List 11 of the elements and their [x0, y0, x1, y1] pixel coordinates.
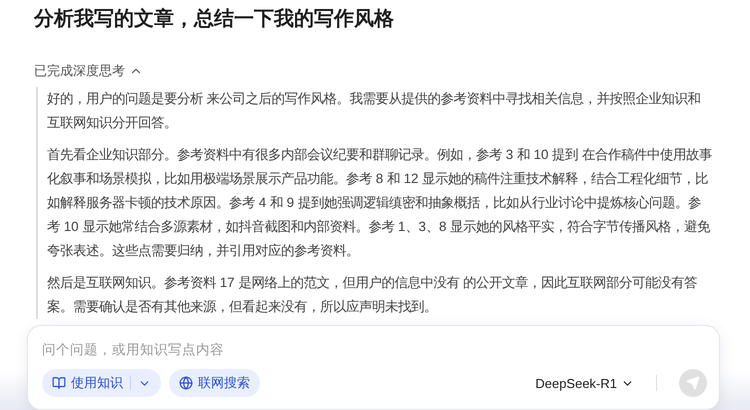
- globe-icon: [179, 376, 193, 390]
- thinking-paragraph: 然后是互联网知识。参考资料 17 是网络上的范文，但用户的信息中没有 的公开文章，因此互联网部分可能没有答案。需要确认是否有其他来源，但看起来没有，所以应声明未找到。: [47, 274, 698, 316]
- thinking-toggle[interactable]: 已完成深度思考: [34, 61, 143, 81]
- knowledge-button[interactable]: 使用知识: [42, 369, 161, 397]
- page-title: 分析我写的文章，总结一下我的写作风格: [32, 6, 395, 32]
- thinking-paragraph: 好的，用户的问题是要分析 来公司之后的写作风格。我需要从提供的参考资料中寻找相关信息，并按照企业知识和互联网知识分开回答。: [47, 90, 702, 132]
- model-selector[interactable]: DeepSeek-R1: [535, 376, 634, 390]
- book-icon: [52, 376, 66, 390]
- web-search-button[interactable]: 联网搜索: [169, 369, 260, 397]
- thinking-paragraph: 首先看企业知识部分。参考资料中有很多内部会议纪要和群聊记录。例如，参考 3 和 10 提到 在合作稿件中使用故事化叙事和场景模拟，比如用极端场景展示产品功能。参考 8 和 12 显示她的稿件注重技术解释，结合工程化细节，比如解释服务器卡顿的技术原因。参考 4 和 9 提到她强调逻辑缜密和抽象概括，比如从行业讨论中提炼核心问题。参考 10 显示她常结合多源素材，如抖音截图和内部资料。参考 1、3、8 显示她的风格平实，符合字节传播风格，避免夸张表述。这些点需要归纳，并引用对应的参考资料。: [47, 146, 712, 260]
- send-icon: [686, 376, 700, 390]
